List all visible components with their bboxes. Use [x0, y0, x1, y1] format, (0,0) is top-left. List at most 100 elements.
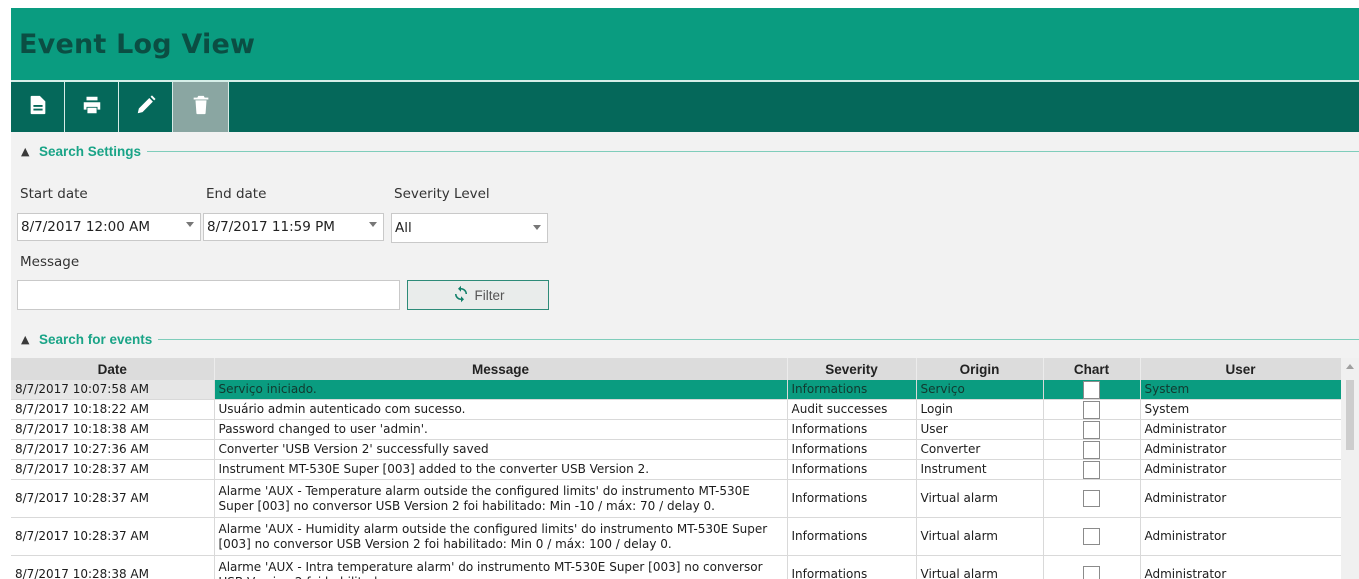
page-title: Event Log View: [19, 28, 256, 60]
message-cell: Usuário admin autenticado com sucesso.: [214, 399, 788, 420]
message-cell: Alarme 'AUX - Intra temperature alarm' d…: [214, 555, 788, 579]
message-cell: Password changed to user 'admin'.: [214, 419, 788, 440]
chart-checkbox[interactable]: [1083, 420, 1100, 439]
print-button[interactable]: [65, 82, 119, 132]
chart-checkbox[interactable]: [1083, 490, 1100, 507]
origin-cell: User: [916, 419, 1044, 440]
date-cell: 8/7/2017 10:18:22 AM: [11, 399, 215, 420]
severity-cell: Informations: [787, 380, 917, 400]
origin-cell: Virtual alarm: [916, 517, 1044, 556]
table-row[interactable]: 8/7/2017 10:18:38 AM Password changed to…: [11, 419, 1342, 440]
date-cell: 8/7/2017 10:28:38 AM: [11, 555, 215, 579]
message-cell: Instrument MT-530E Super [003] added to …: [214, 459, 788, 480]
chart-cell: [1043, 555, 1141, 579]
column-header-message[interactable]: Message: [214, 358, 788, 380]
user-cell: Administrator: [1140, 419, 1342, 440]
section-rule: [158, 338, 1359, 340]
title-bar: Event Log View: [11, 8, 1359, 80]
column-header-severity[interactable]: Severity: [787, 358, 917, 380]
print-icon: [81, 94, 103, 120]
edit-button[interactable]: [119, 82, 173, 132]
search-events-title: Search for events: [39, 331, 159, 347]
date-cell: 8/7/2017 10:28:37 AM: [11, 459, 215, 480]
date-cell: 8/7/2017 10:18:38 AM: [11, 419, 215, 440]
severity-cell: Informations: [787, 479, 917, 518]
chart-cell: [1043, 419, 1141, 440]
severity-cell: Informations: [787, 517, 917, 556]
severity-cell: Informations: [787, 439, 917, 460]
column-header-date[interactable]: Date: [11, 358, 215, 380]
severity-level-label: Severity Level: [394, 186, 490, 202]
date-cell: 8/7/2017 10:07:58 AM: [11, 380, 215, 400]
pencil-icon: [135, 94, 157, 120]
table-row[interactable]: 8/7/2017 10:28:37 AM Instrument MT-530E …: [11, 459, 1342, 480]
message-cell: Alarme 'AUX - Temperature alarm outside …: [214, 479, 788, 518]
message-input[interactable]: [17, 280, 400, 310]
search-settings-title: Search Settings: [39, 143, 148, 159]
chevron-up-icon: ▲: [21, 144, 30, 158]
delete-button[interactable]: [173, 82, 229, 132]
user-cell: Administrator: [1140, 459, 1342, 480]
table-row[interactable]: 8/7/2017 10:28:37 AM Alarme 'AUX - Humid…: [11, 517, 1342, 556]
column-header-origin[interactable]: Origin: [916, 358, 1044, 380]
user-cell: Administrator: [1140, 439, 1342, 460]
column-header-chart[interactable]: Chart: [1043, 358, 1141, 380]
table-row[interactable]: 8/7/2017 10:07:58 AM Serviço iniciado. I…: [11, 380, 1342, 400]
refresh-icon: [452, 285, 475, 306]
chart-checkbox[interactable]: [1083, 440, 1100, 459]
event-log-window: Event Log View ▲ Search Settings Start d…: [11, 8, 1359, 579]
message-label: Message: [20, 254, 80, 270]
scrollbar-thumb[interactable]: [1346, 380, 1354, 450]
table-row[interactable]: 8/7/2017 10:28:37 AM Alarme 'AUX - Tempe…: [11, 479, 1342, 518]
start-date-value: 8/7/2017 12:00 AM: [21, 219, 151, 235]
chevron-down-icon: [369, 222, 377, 227]
column-header-user[interactable]: User: [1140, 358, 1342, 380]
date-cell: 8/7/2017 10:27:36 AM: [11, 439, 215, 460]
origin-cell: Virtual alarm: [916, 555, 1044, 579]
severity-level-select[interactable]: All: [391, 213, 548, 243]
chevron-up-icon: ▲: [21, 332, 30, 346]
chart-cell: [1043, 459, 1141, 480]
scroll-up-arrow-icon[interactable]: [1346, 364, 1354, 369]
trash-icon: [190, 94, 212, 120]
section-rule: [147, 150, 1359, 152]
chart-checkbox[interactable]: [1083, 380, 1100, 399]
start-date-label: Start date: [20, 186, 88, 202]
chart-checkbox[interactable]: [1083, 566, 1100, 579]
vertical-scrollbar[interactable]: [1341, 358, 1359, 579]
document-icon: [27, 94, 49, 120]
search-settings-header[interactable]: ▲ Search Settings: [11, 138, 1359, 164]
new-document-button[interactable]: [11, 82, 65, 132]
origin-cell: Virtual alarm: [916, 479, 1044, 518]
table-row[interactable]: 8/7/2017 10:18:22 AM Usuário admin auten…: [11, 399, 1342, 420]
date-cell: 8/7/2017 10:28:37 AM: [11, 517, 215, 556]
table-row[interactable]: 8/7/2017 10:27:36 AM Converter 'USB Vers…: [11, 439, 1342, 460]
search-events-header[interactable]: ▲ Search for events: [11, 326, 1359, 352]
end-date-value: 8/7/2017 11:59 PM: [207, 219, 335, 235]
origin-cell: Converter: [916, 439, 1044, 460]
user-cell: System: [1140, 380, 1342, 400]
chart-checkbox[interactable]: [1083, 528, 1100, 545]
severity-cell: Informations: [787, 419, 917, 440]
severity-level-value: All: [395, 220, 412, 236]
chevron-down-icon: [186, 222, 194, 227]
toolbar: [11, 82, 1359, 132]
end-date-picker[interactable]: 8/7/2017 11:59 PM: [203, 213, 384, 241]
chart-checkbox[interactable]: [1083, 460, 1100, 479]
message-cell: Serviço iniciado.: [214, 380, 788, 400]
origin-cell: Instrument: [916, 459, 1044, 480]
date-cell: 8/7/2017 10:28:37 AM: [11, 479, 215, 518]
user-cell: Administrator: [1140, 517, 1342, 556]
message-cell: Converter 'USB Version 2' successfully s…: [214, 439, 788, 460]
filter-button[interactable]: Filter: [407, 280, 549, 310]
start-date-picker[interactable]: 8/7/2017 12:00 AM: [17, 213, 201, 241]
table-row[interactable]: 8/7/2017 10:28:38 AM Alarme 'AUX - Intra…: [11, 555, 1342, 579]
origin-cell: Login: [916, 399, 1044, 420]
severity-cell: Audit successes: [787, 399, 917, 420]
chart-checkbox[interactable]: [1083, 400, 1100, 419]
events-grid: Date Message Severity Origin Chart User …: [11, 358, 1359, 579]
chevron-down-icon: [533, 225, 541, 230]
severity-cell: Informations: [787, 555, 917, 579]
filter-label: Filter: [474, 287, 505, 303]
chart-cell: [1043, 479, 1141, 518]
